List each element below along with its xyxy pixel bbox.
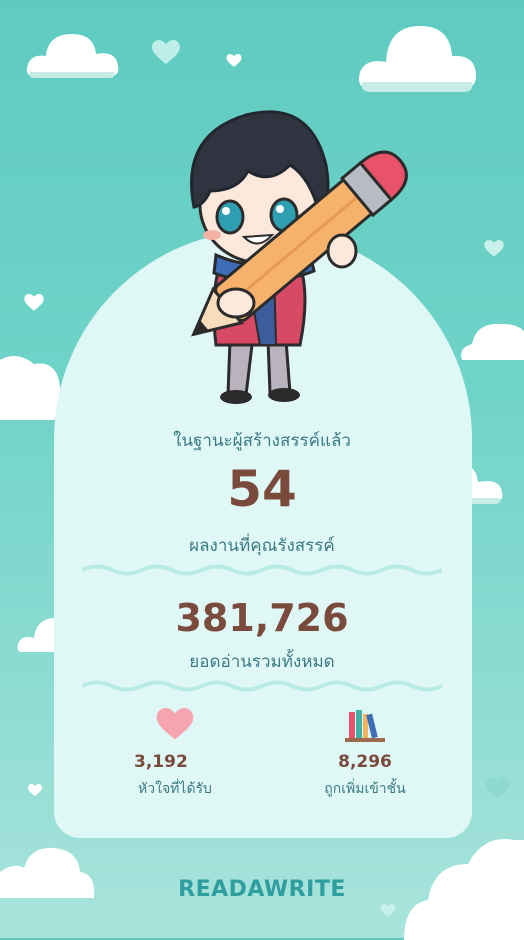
wave-divider bbox=[82, 564, 442, 576]
hearts-count: 3,192 bbox=[134, 752, 188, 772]
heart-decoration-icon bbox=[226, 54, 242, 67]
works-label: ผลงานที่คุณรังสรรค์ bbox=[189, 536, 335, 556]
hearts-label: หัวใจที่ได้รับ bbox=[138, 781, 212, 797]
books-icon bbox=[345, 710, 385, 742]
heart-decoration-icon bbox=[380, 904, 396, 917]
heart-decoration-icon bbox=[484, 240, 504, 257]
shelves-label: ถูกเพิ่มเข้าชั้น bbox=[324, 781, 406, 797]
creator-caption: ในฐานะผู้สร้างสรรค์แล้ว bbox=[173, 431, 351, 451]
heart-decoration-icon bbox=[152, 40, 180, 64]
writer-character-illustration bbox=[190, 110, 408, 404]
heart-decoration-icon bbox=[486, 778, 510, 799]
reads-count: 381,726 bbox=[175, 596, 349, 640]
works-count: 54 bbox=[227, 460, 297, 518]
heart-decoration-icon bbox=[28, 784, 42, 796]
hearts-stat: 3,192 หัวใจที่ได้รับ bbox=[100, 708, 250, 800]
readawrite-logo: READAWRITE bbox=[178, 877, 346, 902]
cloud-decoration bbox=[359, 26, 476, 92]
reads-label: ยอดอ่านรวมทั้งหมด bbox=[189, 652, 335, 672]
wave-divider bbox=[82, 680, 442, 692]
heart-icon bbox=[156, 708, 194, 740]
heart-decoration-icon bbox=[24, 294, 44, 311]
shelves-stat: 8,296 ถูกเพิ่มเข้าชั้น bbox=[290, 708, 440, 800]
cloud-decoration bbox=[461, 323, 524, 360]
cloud-decoration bbox=[26, 34, 119, 78]
shelves-count: 8,296 bbox=[338, 752, 392, 772]
